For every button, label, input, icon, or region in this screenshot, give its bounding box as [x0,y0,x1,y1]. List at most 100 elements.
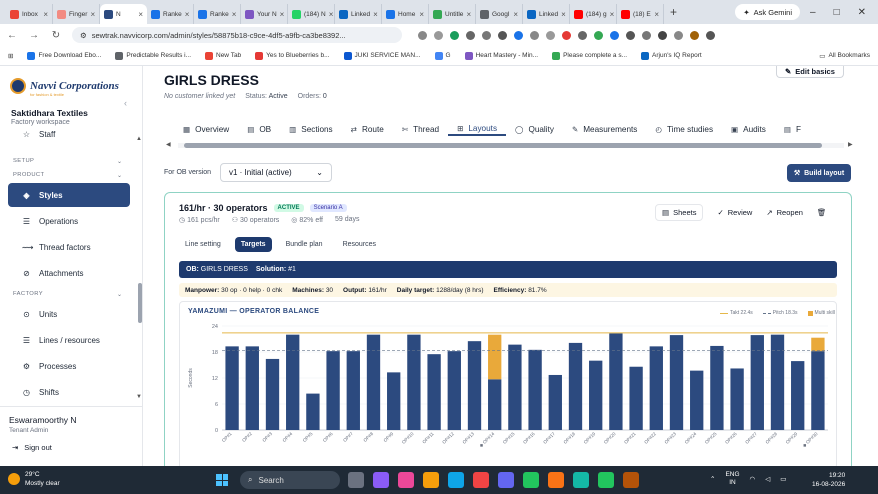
extension-icon[interactable] [482,30,491,40]
chevron-down-icon[interactable]: ⌄ [117,158,122,165]
minimize-icon[interactable]: – [810,7,816,18]
scroll-up-icon[interactable]: ▲ [136,136,142,142]
chrome-icon[interactable] [523,472,539,488]
all-bookmarks-button[interactable]: ▭ All Bookmarks [819,52,870,60]
subtab-resources[interactable]: Resources [337,237,382,252]
extension-icon[interactable] [450,30,459,40]
bookmark-item[interactable]: Please complete a s... [552,51,627,60]
edge-icon[interactable] [448,472,464,488]
scroll-right-icon[interactable]: ▶ [848,141,853,148]
reload-icon[interactable]: ↻ [50,30,62,41]
bookmark-item[interactable]: New Tab [205,51,241,60]
downloads-icon[interactable] [674,30,683,40]
tab-ob[interactable]: ▤ OB [238,122,280,136]
close-tab-icon[interactable]: × [513,10,518,19]
wifi-icon[interactable]: ◠ [750,475,756,483]
apps-grid-icon[interactable]: ⊞ [8,52,13,60]
sign-out-button[interactable]: ⇥ Sign out [12,443,52,452]
bookmark-item[interactable]: Predictable Results i... [115,51,191,60]
subtab-line-setting[interactable]: Line setting [179,237,227,252]
close-tab-icon[interactable]: × [466,10,471,19]
brave-icon[interactable] [473,472,489,488]
delete-button[interactable]: 🗑 [817,208,827,217]
chevron-down-icon[interactable]: ⌄ [117,291,122,298]
extension-icon[interactable] [610,30,619,40]
browser-tab[interactable]: Untitle × [429,4,476,24]
clock[interactable]: 19:20 16-08-2026 [812,471,845,489]
close-tab-icon[interactable]: × [90,10,95,19]
extension-icon[interactable] [578,30,587,40]
browser-tab[interactable]: (184) g × [570,4,617,24]
extension-icon[interactable] [546,30,555,40]
browser-tab[interactable]: N × [100,4,147,24]
browser-tab[interactable]: (184) N × [288,4,335,24]
tab-overview[interactable]: ▦ Overview [174,122,238,136]
close-tab-icon[interactable]: × [654,10,659,19]
extension-icon[interactable] [642,30,651,40]
scroll-thumb[interactable] [184,143,822,148]
extension-icon[interactable] [562,30,571,40]
chrome-icon[interactable] [598,472,614,488]
store-icon[interactable] [498,472,514,488]
close-tab-icon[interactable]: × [561,10,566,19]
browser-tab[interactable]: Your N × [241,4,288,24]
bookmark-item[interactable]: Heart Mastery - Min... [464,51,538,60]
browser-tab[interactable]: Linked × [335,4,382,24]
extension-icon[interactable] [530,30,539,40]
subtab-targets[interactable]: Targets [234,237,272,252]
browser-tab[interactable]: Home × [382,4,429,24]
browser-tab[interactable]: Ranke × [147,4,194,24]
sidebar-item-staff[interactable]: ☆ Staff [8,126,130,142]
tabs-scrollbar[interactable]: ◀ ▶ [166,141,853,148]
sidebar-item-shifts[interactable]: ◷ Shifts [8,380,130,404]
new-tab-button[interactable]: + [670,5,677,19]
maximize-icon[interactable]: □ [834,7,840,18]
bookmark-item[interactable]: Free Download Ebo... [27,51,101,60]
app-icon[interactable] [573,472,589,488]
tab-quality[interactable]: ◯ Quality [506,122,563,136]
back-icon[interactable]: ← [6,30,18,41]
sidebar-scrollbar[interactable] [138,283,142,323]
extension-icon[interactable] [498,30,507,40]
scroll-left-icon[interactable]: ◀ [166,141,171,148]
extension-icon[interactable] [514,30,523,40]
ob-version-select[interactable]: v1 · Initial (active) ⌄ [220,163,332,182]
battery-icon[interactable]: ▭ [780,475,786,483]
sidebar-item-thread-factors[interactable]: ⟿ Thread factors [8,235,130,259]
weather-widget[interactable]: 29°C Mostly clear [8,470,60,488]
browser-tab[interactable]: Finger × [53,4,100,24]
sidebar-item-styles[interactable]: ◈ Styles [8,183,130,207]
close-tab-icon[interactable]: × [419,10,424,19]
browser-tab[interactable]: (18) E × [617,4,664,24]
close-tab-icon[interactable]: × [138,10,143,19]
menu-kebab-icon[interactable] [706,30,715,40]
app-icon[interactable] [373,472,389,488]
build-layout-button[interactable]: ⚒ Build layout [787,164,851,182]
close-tab-icon[interactable]: × [373,10,378,19]
close-tab-icon[interactable]: × [43,10,48,19]
sidebar-item-attachments[interactable]: ⊘ Attachments [8,261,130,285]
browser-tab[interactable]: Linked × [523,4,570,24]
forward-icon[interactable]: → [28,30,40,41]
bookmark-item[interactable]: Arjun's IQ Report [641,51,702,60]
close-tab-icon[interactable]: × [232,10,237,19]
browser-tab[interactable]: Inbox × [6,4,53,24]
language-indicator[interactable]: ENG IN [725,471,739,487]
extension-icon[interactable] [466,30,475,40]
close-tab-icon[interactable]: × [185,10,190,19]
volume-icon[interactable]: ◁ [765,475,770,483]
tab-layouts[interactable]: ⊞ Layouts [448,122,507,136]
extension-icon[interactable] [626,30,635,40]
scroll-down-icon[interactable]: ▼ [136,394,142,400]
sidebar-item-processes[interactable]: ⚙ Processes [8,354,130,378]
tab-f[interactable]: ▤ F [775,122,810,136]
browser-tab[interactable]: Ranke × [194,4,241,24]
collapse-sidebar-icon[interactable]: ‹ [124,98,127,108]
taskbar-search[interactable]: ⌕ Search [240,471,340,489]
edit-basics-button[interactable]: ✎ Edit basics [776,66,844,78]
close-tab-icon[interactable]: × [329,10,334,19]
close-tab-icon[interactable]: × [610,10,615,19]
file-explorer-icon[interactable] [348,472,364,488]
extension-icon[interactable] [594,30,603,40]
tab-audits[interactable]: ▣ Audits [722,122,775,136]
